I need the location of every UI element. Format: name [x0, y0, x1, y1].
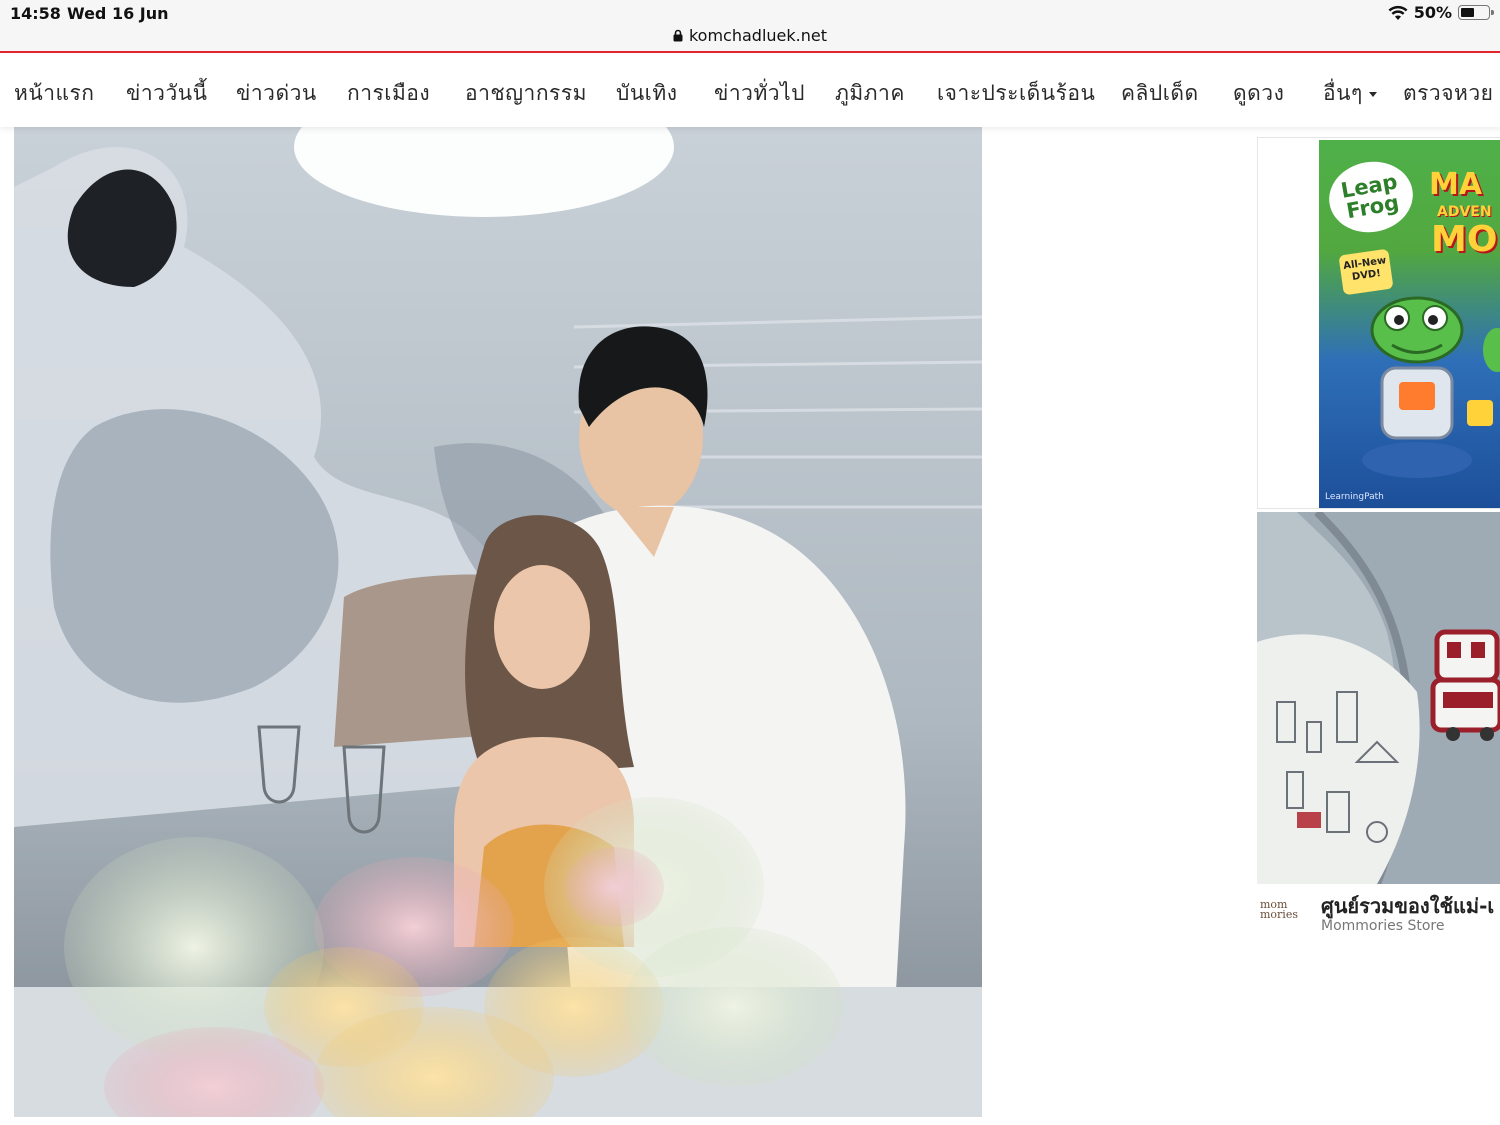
- dvd-title-line2: ADVEN: [1437, 204, 1492, 220]
- ad-leapfrog[interactable]: Leap Frog All-New DVD! MA ADVEN MO Learn…: [1257, 137, 1500, 509]
- status-time: 14:58: [10, 4, 61, 23]
- lock-icon: [673, 29, 683, 42]
- article-photo: [14, 127, 982, 1117]
- dvd-cover-image: Leap Frog All-New DVD! MA ADVEN MO Learn…: [1319, 140, 1500, 508]
- ad-store-name: Mommories Store: [1321, 918, 1445, 934]
- battery-fill: [1461, 8, 1474, 17]
- address-bar[interactable]: komchadluek.net: [0, 26, 1500, 45]
- dvd-footer-text: LearningPath: [1325, 492, 1384, 502]
- wifi-icon: [1388, 5, 1408, 20]
- ad-mommories-caption[interactable]: mom mories ศูนย์รวมของใช้แม่-เ Mommories…: [1258, 890, 1500, 940]
- nav-item-crime[interactable]: อาชญากรรม: [465, 77, 587, 110]
- battery-percent: 50%: [1413, 3, 1452, 22]
- nav-item-today-news[interactable]: ข่าววันนี้: [126, 77, 207, 110]
- url-text: komchadluek.net: [688, 26, 827, 45]
- battery-icon: [1458, 5, 1494, 20]
- baby-clothes-image: [1257, 512, 1500, 884]
- frog-character-icon: [1362, 296, 1500, 478]
- mommories-logo: mom mories: [1260, 898, 1298, 921]
- dvd-badge: All-New DVD!: [1338, 248, 1394, 296]
- photo-illustration: [14, 127, 982, 1117]
- nav-item-lottery[interactable]: ตรวจหวย: [1403, 77, 1493, 110]
- nav-item-breaking-news[interactable]: ข่าวด่วน: [236, 77, 317, 110]
- nav-item-politics[interactable]: การเมือง: [347, 77, 430, 110]
- nav-item-more[interactable]: อื่นๆ: [1323, 77, 1377, 110]
- nav-item-regional[interactable]: ภูมิภาค: [835, 77, 905, 110]
- main-nav: หน้าแรก ข่าววันนี้ ข่าวด่วน การเมือง อาช…: [0, 55, 1500, 127]
- ad-mommories-image[interactable]: [1257, 512, 1500, 884]
- nav-item-general-news[interactable]: ข่าวทั่วไป: [714, 77, 805, 110]
- dvd-title-line1: MA: [1429, 167, 1483, 202]
- caret-down-icon: [1368, 91, 1377, 97]
- nav-more-label: อื่นๆ: [1323, 81, 1363, 105]
- leapfrog-logo: Leap Frog: [1323, 155, 1419, 239]
- status-date: Wed 16 Jun: [67, 4, 169, 23]
- status-indicators: 50%: [1388, 3, 1494, 22]
- nav-item-horoscope[interactable]: ดูดวง: [1233, 77, 1284, 110]
- nav-item-clips[interactable]: คลิปเด็ด: [1121, 77, 1199, 110]
- status-bar: 14:58 Wed 16 Jun 50% komchadluek.net: [0, 0, 1500, 53]
- nav-item-home[interactable]: หน้าแรก: [14, 77, 95, 110]
- nav-item-entertainment[interactable]: บันเทิง: [616, 77, 677, 110]
- dvd-title-line3: MO: [1431, 219, 1498, 260]
- nav-item-hot-issues[interactable]: เจาะประเด็นร้อน: [937, 77, 1095, 110]
